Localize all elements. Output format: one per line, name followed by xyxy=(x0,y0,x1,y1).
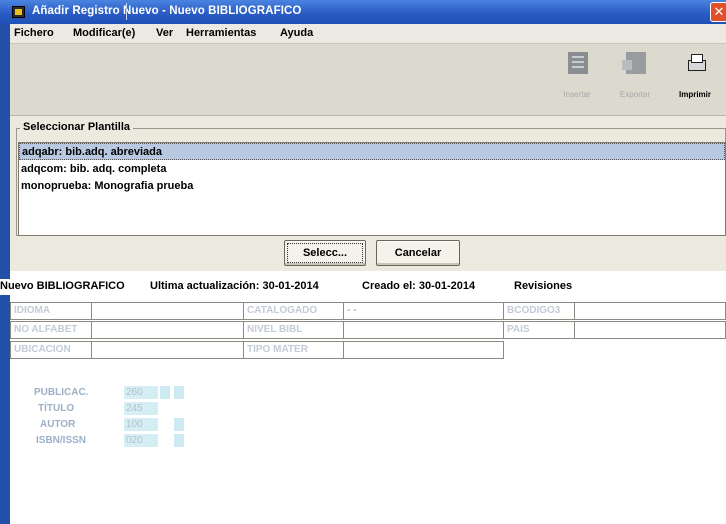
varfield-titulo-tag[interactable]: 245 xyxy=(124,402,158,415)
template-item-adqabr[interactable]: adqabr: bib.adq. abreviada xyxy=(19,143,725,160)
varfield-autor-tag[interactable]: 100 xyxy=(124,418,158,431)
close-icon[interactable]: ✕ xyxy=(710,2,726,22)
field-tipo-mater-label: TIPO MATER xyxy=(243,341,344,359)
field-idioma-label: IDIOMA xyxy=(10,302,92,320)
varfield-publicac-ind1[interactable] xyxy=(160,386,170,399)
template-panel: Seleccionar Plantilla adqabr: bib.adq. a… xyxy=(10,116,726,271)
varfield-autor-ind2[interactable] xyxy=(174,418,184,431)
record-info-bar: Nuevo BIBLIOGRAFICO Ultima actualización… xyxy=(0,279,726,295)
window-title: Añadir Registro Nuevo - Nuevo BIBLIOGRAF… xyxy=(32,5,302,17)
template-list[interactable]: adqabr: bib.adq. abreviada adqcom: bib. … xyxy=(18,142,726,236)
menu-ver[interactable]: Ver xyxy=(156,27,173,39)
insert-button[interactable]: Insertar xyxy=(554,52,600,112)
field-bcodigo3-label: BCODIGO3 xyxy=(503,302,575,320)
field-pais-value[interactable] xyxy=(574,321,726,339)
export-icon xyxy=(622,52,646,74)
field-bcodigo3-value[interactable] xyxy=(574,302,726,320)
template-group-title: Seleccionar Plantilla xyxy=(20,121,133,133)
field-catalogado-label: CATALOGADO xyxy=(243,302,344,320)
created-date: Creado el: 30-01-2014 xyxy=(362,280,476,292)
varfield-publicac-tag[interactable]: 260 xyxy=(124,386,158,399)
field-ubicacion-value[interactable] xyxy=(91,341,244,359)
menu-bar: Fichero Modificar(e) Ver Herramientas Ay… xyxy=(10,24,726,44)
window-left-border xyxy=(0,0,10,524)
field-nivel-bibl-label: NIVEL BIBL xyxy=(243,321,344,339)
text-cursor xyxy=(126,3,127,20)
export-label: Exportar xyxy=(619,90,651,99)
insert-icon xyxy=(568,52,588,74)
varfield-publicac-label: PUBLICAC. xyxy=(34,387,89,398)
varfield-publicac-ind2[interactable] xyxy=(174,386,184,399)
field-no-alfabet-label: NO ALFABET xyxy=(10,321,92,339)
menu-modificar[interactable]: Modificar(e) xyxy=(73,27,135,39)
field-idioma-value[interactable] xyxy=(91,302,244,320)
field-catalogado-value[interactable]: - - xyxy=(343,302,504,320)
menu-ayuda[interactable]: Ayuda xyxy=(280,27,313,39)
template-item-adqcom[interactable]: adqcom: bib. adq. completa xyxy=(19,161,725,178)
menu-herramientas[interactable]: Herramientas xyxy=(186,27,256,39)
varfield-isbn-tag[interactable]: 020 xyxy=(124,434,158,447)
title-bar[interactable]: Añadir Registro Nuevo - Nuevo BIBLIOGRAF… xyxy=(0,0,726,24)
print-button[interactable]: Imprimir xyxy=(672,52,718,112)
select-button[interactable]: Selecc... xyxy=(284,240,366,266)
cancel-button[interactable]: Cancelar xyxy=(376,240,460,266)
app-icon xyxy=(12,6,25,18)
insert-label: Insertar xyxy=(563,90,591,99)
template-item-monoprueba[interactable]: monoprueba: Monografia prueba xyxy=(19,178,725,195)
varfield-isbn-ind2[interactable] xyxy=(174,434,184,447)
field-nivel-bibl-value[interactable] xyxy=(343,321,504,339)
printer-icon xyxy=(686,52,706,74)
field-tipo-mater-value[interactable] xyxy=(343,341,504,359)
field-no-alfabet-value[interactable] xyxy=(91,321,244,339)
menu-fichero[interactable]: Fichero xyxy=(14,27,54,39)
last-update: Ultima actualización: 30-01-2014 xyxy=(150,280,319,292)
toolbar: Insertar Exportar Imprimir xyxy=(10,44,726,116)
varfield-isbn-label: ISBN/ISSN xyxy=(36,435,87,446)
varfield-autor-label: AUTOR xyxy=(40,419,76,430)
revisions: Revisiones xyxy=(514,280,573,292)
field-pais-label: PAIS xyxy=(503,321,575,339)
varfield-titulo-label: TÍTULO xyxy=(38,403,75,414)
record-type: Nuevo BIBLIOGRAFICO xyxy=(0,280,125,292)
export-button[interactable]: Exportar xyxy=(612,52,658,112)
print-label: Imprimir xyxy=(678,90,711,99)
field-ubicacion-label: UBICACION xyxy=(10,341,92,359)
record-window: Añadir Registro Nuevo - Nuevo BIBLIOGRAF… xyxy=(0,0,726,524)
